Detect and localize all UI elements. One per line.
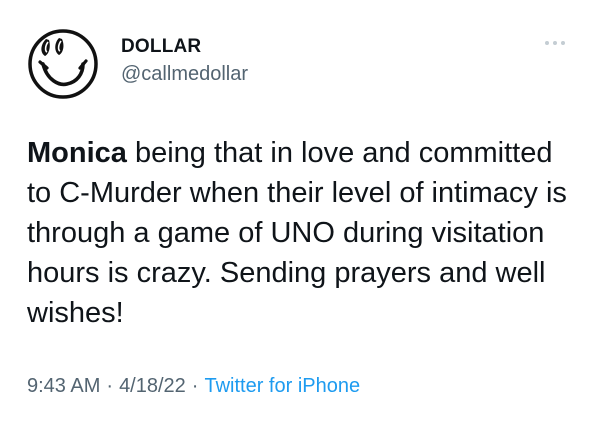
author-display-name[interactable]: DOLLAR: [121, 36, 201, 58]
tweet-mention[interactable]: Monica: [27, 137, 127, 169]
more-options-button[interactable]: [543, 36, 567, 50]
more-dots-icon: [545, 41, 565, 45]
meta-separator: ·: [106, 375, 114, 397]
tweet-card: DOLLAR @callmedollar Monica being that i…: [0, 0, 595, 423]
tweet-source-link[interactable]: Twitter for iPhone: [204, 375, 360, 397]
smiley-face-icon: [28, 29, 98, 99]
tweet-text: Monica being that in love and committed …: [27, 133, 572, 333]
avatar[interactable]: [27, 28, 99, 100]
tweet-time[interactable]: 9:43 AM: [27, 375, 100, 397]
tweet-date[interactable]: 4/18/22: [119, 375, 186, 397]
tweet-meta: 9:43 AM · 4/18/22 · Twitter for iPhone: [27, 375, 360, 398]
meta-separator: ·: [191, 375, 199, 397]
author-handle[interactable]: @callmedollar: [121, 63, 248, 86]
